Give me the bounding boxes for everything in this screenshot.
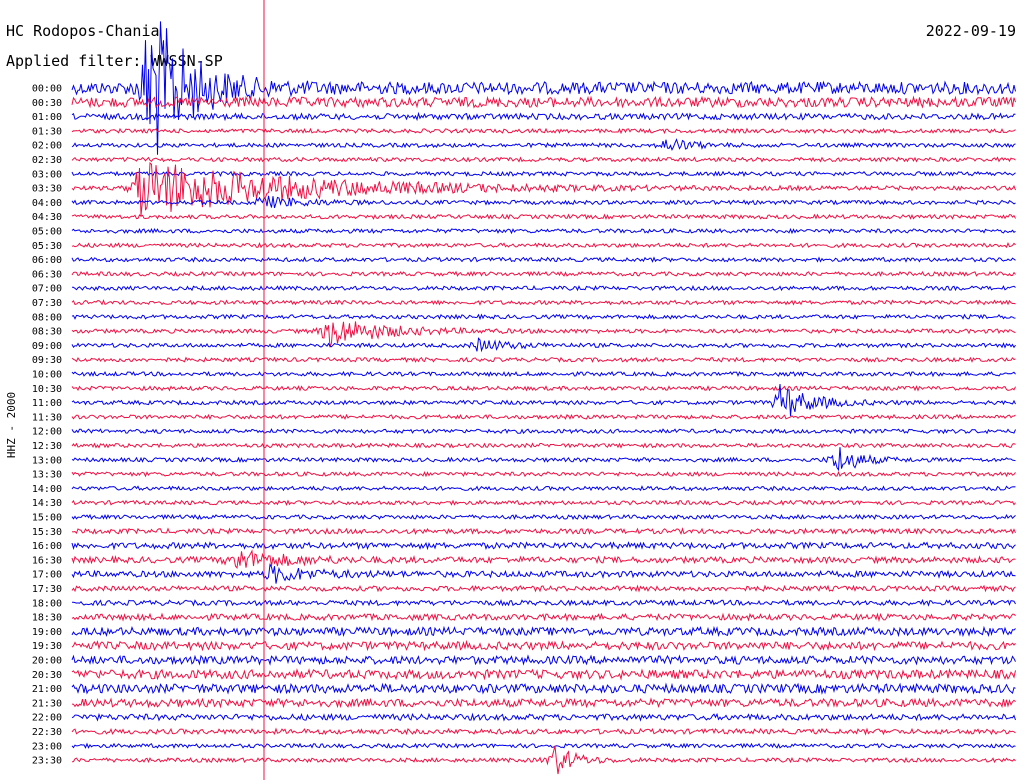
trace-row-39 bbox=[71, 639, 1016, 652]
trace-row-12 bbox=[71, 256, 1016, 263]
row-label-12: 06:00 bbox=[32, 255, 62, 266]
row-label-29: 14:30 bbox=[32, 498, 62, 509]
trace-row-35 bbox=[71, 584, 1016, 593]
trace-row-27 bbox=[71, 470, 1016, 478]
row-label-21: 10:30 bbox=[32, 384, 62, 395]
trace-row-13 bbox=[71, 270, 1016, 278]
trace-row-37 bbox=[71, 612, 1016, 623]
row-label-44: 22:00 bbox=[32, 713, 62, 724]
row-label-0: 00:00 bbox=[32, 84, 62, 95]
row-label-8: 04:00 bbox=[32, 198, 62, 209]
trace-row-32 bbox=[71, 541, 1016, 551]
row-label-41: 20:30 bbox=[32, 670, 62, 681]
row-label-3: 01:30 bbox=[32, 126, 62, 137]
trace-row-26 bbox=[71, 447, 1016, 472]
row-label-46: 23:00 bbox=[32, 741, 62, 752]
row-label-42: 21:00 bbox=[32, 684, 62, 695]
row-label-43: 21:30 bbox=[32, 698, 62, 709]
row-label-36: 18:00 bbox=[32, 598, 62, 609]
trace-row-20 bbox=[71, 370, 1016, 378]
trace-row-19 bbox=[71, 356, 1016, 363]
row-label-11: 05:30 bbox=[32, 241, 62, 252]
trace-row-21 bbox=[71, 385, 1016, 392]
row-label-24: 12:00 bbox=[32, 427, 62, 438]
trace-row-24 bbox=[71, 428, 1016, 435]
trace-row-25 bbox=[71, 442, 1016, 449]
row-label-33: 16:30 bbox=[32, 555, 62, 566]
row-label-19: 09:30 bbox=[32, 355, 62, 366]
trace-row-29 bbox=[71, 499, 1016, 506]
trace-row-41 bbox=[71, 667, 1016, 681]
row-label-6: 03:00 bbox=[32, 169, 62, 180]
trace-row-16 bbox=[71, 313, 1016, 321]
trace-row-30 bbox=[71, 513, 1016, 521]
row-label-9: 04:30 bbox=[32, 212, 62, 223]
row-label-22: 11:00 bbox=[32, 398, 62, 409]
trace-row-45 bbox=[71, 727, 1016, 736]
y-axis-label: HHZ - 2000 bbox=[5, 392, 18, 458]
trace-row-7 bbox=[71, 162, 1016, 216]
row-label-32: 16:00 bbox=[32, 541, 62, 552]
row-label-23: 11:30 bbox=[32, 412, 62, 423]
row-label-45: 22:30 bbox=[32, 727, 62, 738]
row-label-5: 02:30 bbox=[32, 155, 62, 166]
row-label-20: 10:00 bbox=[32, 370, 62, 381]
row-label-27: 13:30 bbox=[32, 470, 62, 481]
trace-row-34 bbox=[71, 563, 1016, 584]
trace-row-43 bbox=[71, 697, 1016, 709]
row-label-15: 07:30 bbox=[32, 298, 62, 309]
row-label-7: 03:30 bbox=[32, 184, 62, 195]
row-label-1: 00:30 bbox=[32, 98, 62, 109]
trace-row-36 bbox=[71, 598, 1016, 607]
seismic-traces bbox=[71, 21, 1016, 775]
trace-row-28 bbox=[71, 485, 1016, 492]
trace-row-0 bbox=[71, 21, 1016, 155]
row-label-47: 23:30 bbox=[32, 756, 62, 767]
trace-row-4 bbox=[71, 138, 1016, 151]
row-label-18: 09:00 bbox=[32, 341, 62, 352]
trace-row-47 bbox=[71, 745, 1016, 775]
trace-row-3 bbox=[71, 127, 1016, 135]
trace-row-44 bbox=[71, 712, 1016, 722]
station-title: HC Rodopos-Chania bbox=[6, 22, 160, 40]
trace-row-2 bbox=[71, 111, 1016, 122]
row-label-28: 14:00 bbox=[32, 484, 62, 495]
trace-row-18 bbox=[71, 337, 1016, 353]
trace-row-46 bbox=[71, 742, 1016, 749]
row-labels: 00:00 00:30 01:00 01:30 02:00 02:30 03:00 03:30… bbox=[32, 84, 62, 767]
chart-date: 2022-09-19 bbox=[926, 22, 1016, 40]
trace-row-42 bbox=[71, 682, 1016, 695]
trace-row-15 bbox=[71, 299, 1016, 306]
row-label-14: 07:00 bbox=[32, 284, 62, 295]
trace-row-23 bbox=[71, 413, 1016, 421]
trace-row-33 bbox=[71, 549, 1016, 569]
trace-row-40 bbox=[71, 654, 1016, 666]
trace-row-14 bbox=[72, 285, 1016, 292]
row-label-13: 06:30 bbox=[32, 269, 62, 280]
row-label-31: 15:30 bbox=[32, 527, 62, 538]
trace-row-9 bbox=[71, 213, 1016, 220]
row-label-38: 19:00 bbox=[32, 627, 62, 638]
trace-row-8 bbox=[71, 195, 1016, 209]
trace-row-38 bbox=[71, 625, 1016, 638]
row-label-2: 01:00 bbox=[32, 112, 62, 123]
row-label-39: 19:30 bbox=[32, 641, 62, 652]
row-label-17: 08:30 bbox=[32, 327, 62, 338]
row-label-26: 13:00 bbox=[32, 455, 62, 466]
row-label-10: 05:00 bbox=[32, 227, 62, 238]
row-label-30: 15:00 bbox=[32, 513, 62, 524]
row-label-40: 20:00 bbox=[32, 656, 62, 667]
trace-row-11 bbox=[71, 242, 1016, 249]
row-label-25: 12:30 bbox=[32, 441, 62, 452]
row-label-34: 17:00 bbox=[32, 570, 62, 581]
helicorder-chart: HC Rodopos-Chania 2022-09-19 Applied fil… bbox=[5, 0, 1016, 780]
trace-row-5 bbox=[71, 156, 1016, 163]
filter-label: Applied filter: WWSSN-SP bbox=[6, 52, 223, 70]
row-label-16: 08:00 bbox=[32, 312, 62, 323]
row-label-37: 18:30 bbox=[32, 613, 62, 624]
trace-row-31 bbox=[71, 527, 1016, 536]
row-label-4: 02:00 bbox=[32, 141, 62, 152]
trace-row-10 bbox=[71, 227, 1016, 235]
row-label-35: 17:30 bbox=[32, 584, 62, 595]
